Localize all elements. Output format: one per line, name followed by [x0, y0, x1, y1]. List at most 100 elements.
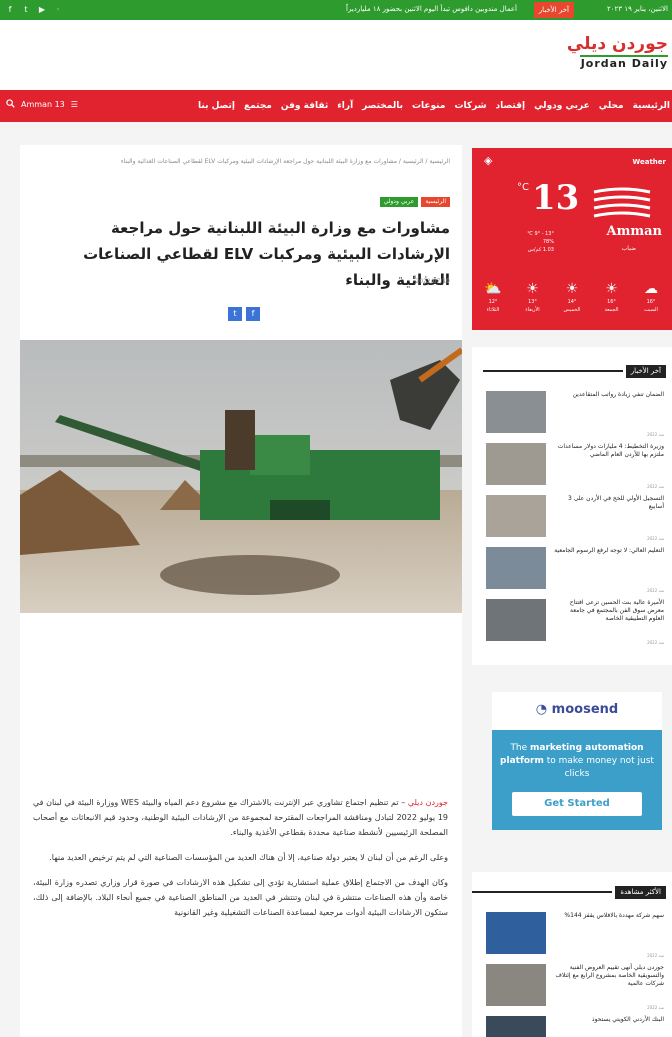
article-title: مشاورات مع وزارة البيئة اللبنانية حول مر…	[83, 219, 450, 289]
news-item[interactable]: التسجيل الأولي للحج في الأردن على 3 أساب…	[486, 495, 664, 541]
main-nav: الرئيسية محلي عربي ودولي إقتصاد شركات منوعات ب…	[0, 90, 672, 122]
nav-item[interactable]: الرئيسية	[633, 101, 670, 111]
logo-english: Jordan Daily	[580, 57, 668, 70]
latest-news-badge[interactable]: آخر الأخبار	[533, 2, 574, 18]
weather-location-icon[interactable]: ◈	[484, 154, 492, 167]
news-thumbnail[interactable]	[486, 495, 546, 537]
latest-news-title: آخر الأخبار	[625, 364, 666, 378]
category-tag[interactable]: عربي ودولي	[379, 197, 419, 207]
ad-brand: ◔ moosend	[535, 702, 619, 717]
most-viewed-widget: الأكثر مشاهدة سهم شركة مهددة بالافلاس يق…	[472, 872, 672, 1037]
forecast-temp: 14°	[567, 299, 577, 305]
news-date: منذ 2022	[647, 1005, 664, 1010]
news-thumbnail[interactable]	[486, 964, 546, 1006]
nav-item[interactable]: مجتمع	[244, 101, 272, 111]
news-title[interactable]: الضمان تنفي زيادة رواتب المتقاعدين	[554, 391, 664, 399]
news-date: منذ 2022	[647, 432, 664, 437]
wind-icon	[593, 187, 651, 218]
news-item[interactable]: الضمان تنفي زيادة رواتب المتقاعدين منذ 20…	[486, 391, 664, 437]
article-date: 2022/07/19	[415, 278, 450, 285]
top-bar: الاثنين، يناير ١٩ ٢٠٢٣ آخر الأخبار أعمال…	[0, 0, 672, 20]
news-title[interactable]: البنك الأردني الكويتي يستحوذ	[554, 1016, 664, 1024]
breadcrumb[interactable]: الرئيسية / الرئيسية / مشاورات مع وزارة ا…	[40, 157, 450, 166]
ad-text: The marketing automation platform to mak…	[500, 743, 654, 779]
nav-item[interactable]: إتصل بنا	[198, 101, 235, 111]
weather-detail: 1.03 كم/س	[527, 247, 554, 253]
twitter-share-icon[interactable]: t	[228, 307, 242, 321]
site-header: جوردن ديلي Jordan Daily	[0, 20, 672, 90]
most-viewed-header: الأكثر مشاهدة	[472, 884, 666, 900]
nav-item[interactable]: شركات	[454, 101, 486, 111]
news-title[interactable]: سهم شركة مهددة بالافلاس يقفز 144%	[554, 912, 664, 920]
weather-detail: 78%	[542, 239, 554, 245]
category-tag[interactable]: الرئيسية	[421, 197, 450, 207]
news-title[interactable]: الأميرة عالية بنت الحسين ترعى افتتاح معر…	[554, 599, 664, 623]
forecast-day-name: الخميس	[563, 307, 581, 313]
news-date: منذ 2022	[647, 953, 664, 958]
nav-item[interactable]: بالمختصر	[362, 101, 403, 111]
news-title[interactable]: وزيرة التخطيط: 4 مليارات دولار مساعدات م…	[554, 443, 664, 459]
hamburger-icon[interactable]: ☰	[71, 100, 78, 109]
weather-mini[interactable]: Amman 13	[21, 100, 65, 109]
news-item[interactable]: سهم شركة مهددة بالافلاس يقفز 144% منذ 202…	[486, 912, 664, 958]
news-title[interactable]: التسجيل الأولي للحج في الأردن على 3 أساب…	[554, 495, 664, 511]
news-date: منذ 2022	[647, 588, 664, 593]
youtube-icon[interactable]: ▶	[36, 4, 48, 16]
nav-item[interactable]: منوعات	[412, 101, 445, 111]
news-thumbnail[interactable]	[486, 391, 546, 433]
rss-icon[interactable]: ·	[52, 4, 64, 16]
sun-icon: ☀	[526, 281, 539, 297]
nav-item[interactable]: ثقافة وفن	[281, 101, 328, 111]
article-photo	[20, 340, 462, 613]
search-icon[interactable]	[6, 99, 15, 110]
news-thumbnail[interactable]	[486, 1016, 546, 1037]
facebook-share-icon[interactable]: f	[246, 307, 260, 321]
nav-item[interactable]: إقتصاد	[496, 101, 526, 111]
nav-items: الرئيسية محلي عربي ودولي إقتصاد شركات منوعات ب…	[198, 90, 670, 122]
sun-icon: ☀	[605, 281, 618, 297]
news-thumbnail[interactable]	[486, 599, 546, 641]
forecast-day-name: الثلاثاء	[486, 307, 500, 313]
article-paragraph: وكان الهدف من الاجتماع إطلاق عملية استشا…	[33, 878, 448, 917]
news-date: منذ 2022	[647, 484, 664, 489]
forecast-day-name: السبت	[644, 307, 658, 313]
sun-icon: ☀	[565, 281, 579, 297]
top-date: الاثنين، يناير ١٩ ٢٠٢٣	[607, 5, 668, 13]
news-title[interactable]: التعليم العالي: لا توجه لرفع الرسوم الجا…	[554, 547, 664, 555]
forecast-day: ☀ 13° الأربعاء	[518, 280, 548, 314]
news-item[interactable]: الأميرة عالية بنت الحسين ترعى افتتاح معر…	[486, 599, 664, 645]
weather-forecast: ⛅ 12° الثلاثاء ☀ 13° الأربعاء ☀ 14° الخميس ☀ 16° ال…	[478, 280, 666, 314]
cloud-icon: ☁	[644, 281, 658, 297]
news-ticker[interactable]: أعمال مندوبين دافوس تبدأ اليوم الاثنين ب…	[346, 5, 517, 13]
moosend-ad[interactable]: ◔ moosend The marketing automation platf…	[492, 692, 662, 830]
forecast-day-name: الأربعاء	[525, 307, 540, 313]
nav-tools: Amman 13 ☰	[6, 99, 78, 110]
weather-city: Amman	[606, 224, 662, 239]
facebook-icon[interactable]: f	[4, 4, 16, 16]
nav-item[interactable]: عربي ودولي	[534, 101, 590, 111]
article-source[interactable]: جوردن ديلي	[408, 798, 448, 807]
latest-news-header: آخر الأخبار	[482, 363, 666, 379]
news-thumbnail[interactable]	[486, 912, 546, 954]
forecast-temp: 16°	[607, 299, 616, 305]
nav-item[interactable]: آراء	[337, 101, 353, 111]
news-item[interactable]: جوردن ديلي أنهى تقييم العروض الفنية والت…	[486, 964, 664, 1010]
news-item[interactable]: وزيرة التخطيط: 4 مليارات دولار مساعدات م…	[486, 443, 664, 489]
news-item[interactable]: التعليم العالي: لا توجه لرفع الرسوم الجا…	[486, 547, 664, 593]
social-links: f t ▶ ·	[4, 4, 68, 16]
forecast-day: ☁ 16° السبت	[636, 280, 666, 314]
site-logo[interactable]: جوردن ديلي Jordan Daily	[567, 34, 668, 70]
weather-condition: ضباب	[621, 245, 636, 252]
news-thumbnail[interactable]	[486, 443, 546, 485]
news-title[interactable]: جوردن ديلي أنهى تقييم العروض الفنية والت…	[554, 964, 664, 988]
article-categories: الرئيسية عربي ودولي	[379, 197, 450, 207]
twitter-icon[interactable]: t	[20, 4, 32, 16]
forecast-temp: 12°	[488, 299, 498, 305]
news-item[interactable]: البنك الأردني الكويتي يستحوذ	[486, 1016, 664, 1037]
article-paragraph: وعلى الرغم من أن لبنان لا يعتبر دولة صنا…	[49, 853, 448, 862]
news-thumbnail[interactable]	[486, 547, 546, 589]
temp-unit: °C	[517, 182, 529, 193]
nav-item[interactable]: محلي	[599, 101, 624, 111]
article-body: جوردن ديلي – تم تنظيم اجتماع تشاوري عبر …	[33, 795, 448, 930]
get-started-button[interactable]: Get Started	[512, 792, 642, 816]
